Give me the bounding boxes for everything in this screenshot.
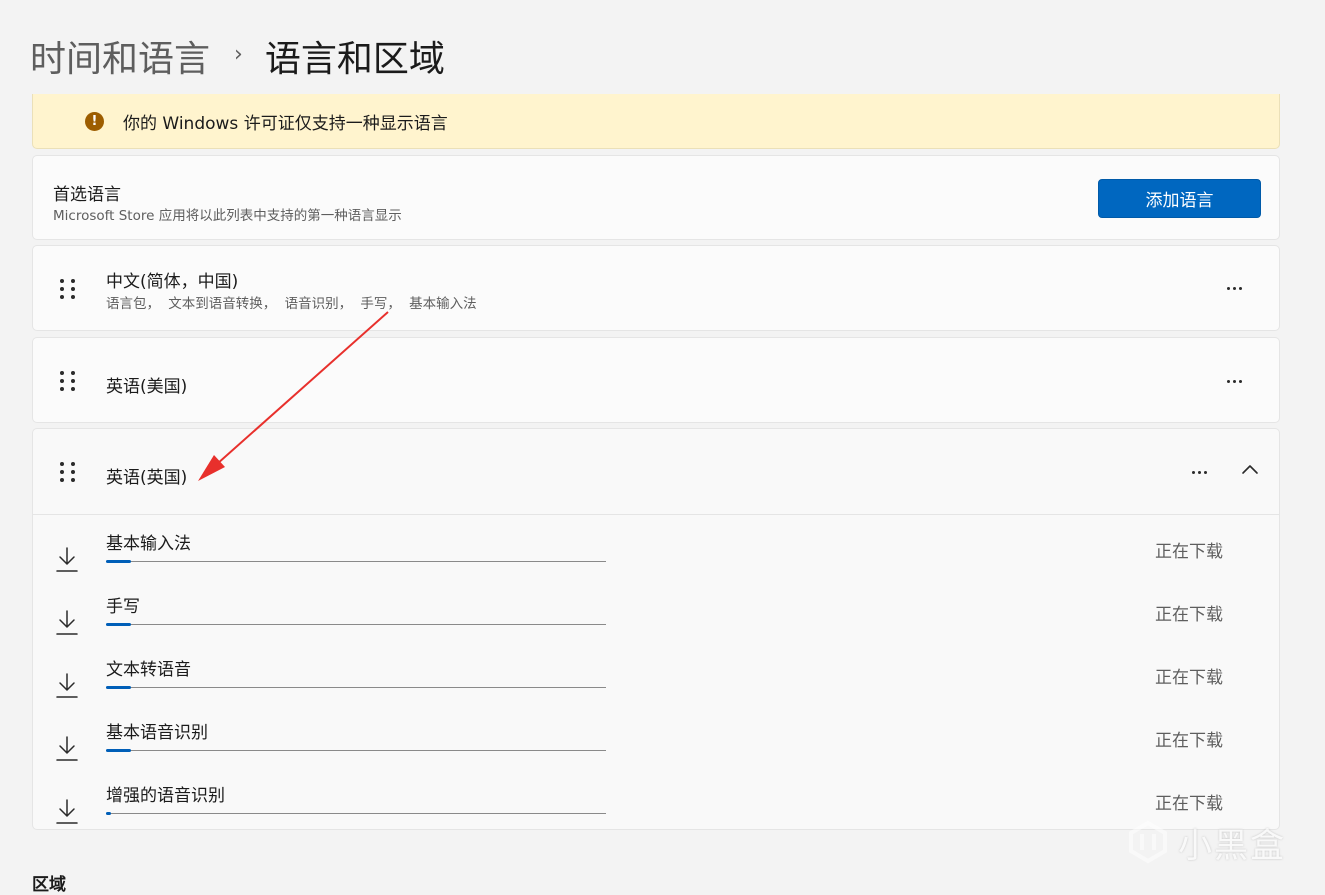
breadcrumb: 时间和语言 › 语言和区域 <box>30 30 445 82</box>
preferred-languages-description: Microsoft Store 应用将以此列表中支持的第一种语言显示 <box>53 208 402 224</box>
banner-message: 你的 Windows 许可证仅支持一种显示语言 <box>123 113 448 134</box>
download-status: 正在下载 <box>1155 542 1223 562</box>
warning-icon: ! <box>85 111 104 131</box>
download-item: 基本语音识别 正在下载 <box>33 718 1279 778</box>
download-item: 手写 正在下载 <box>33 592 1279 652</box>
download-icon <box>56 547 78 572</box>
more-options-icon[interactable] <box>1183 462 1215 482</box>
drag-handle-icon[interactable] <box>60 279 76 299</box>
download-status: 正在下载 <box>1155 668 1223 688</box>
region-section-title: 区域 <box>32 875 66 895</box>
progress-bar <box>106 560 606 563</box>
download-icon <box>56 736 78 761</box>
more-options-icon[interactable] <box>1218 371 1250 391</box>
language-row-en-us[interactable]: 英语(美国) <box>32 337 1280 423</box>
language-name: 英语(英国) <box>106 468 188 488</box>
watermark-text: 小黑盒 <box>1178 825 1286 866</box>
language-row-zh-cn[interactable]: 中文(简体，中国) 语言包， 文本到语音转换， 语音识别， 手写， 基本输入法 <box>32 245 1280 331</box>
progress-bar <box>106 812 606 815</box>
download-status: 正在下载 <box>1155 605 1223 625</box>
language-name: 英语(美国) <box>106 377 188 397</box>
progress-bar <box>106 623 606 626</box>
download-item-name: 文本转语音 <box>106 660 191 680</box>
drag-handle-icon[interactable] <box>60 462 76 482</box>
divider <box>33 514 1279 515</box>
download-status: 正在下载 <box>1155 794 1223 814</box>
progress-bar <box>106 686 606 689</box>
download-icon <box>56 799 78 824</box>
language-name: 中文(简体，中国) <box>106 272 239 292</box>
breadcrumb-parent-link[interactable]: 时间和语言 <box>30 30 210 82</box>
add-language-button[interactable]: 添加语言 <box>1098 179 1261 218</box>
preferred-languages-card: 首选语言 Microsoft Store 应用将以此列表中支持的第一种语言显示 … <box>32 155 1280 240</box>
drag-handle-icon[interactable] <box>60 371 76 391</box>
watermark-hex-icon <box>1129 820 1167 864</box>
download-item-name: 基本输入法 <box>106 534 191 554</box>
more-options-icon[interactable] <box>1218 278 1250 298</box>
download-item-name: 增强的语音识别 <box>106 786 225 806</box>
preferred-languages-title: 首选语言 <box>53 185 121 205</box>
download-item-name: 手写 <box>106 597 140 617</box>
language-features: 语言包， 文本到语音转换， 语音识别， 手写， 基本输入法 <box>106 296 477 312</box>
download-status: 正在下载 <box>1155 731 1223 751</box>
page-title: 语言和区域 <box>264 39 445 80</box>
chevron-up-icon[interactable] <box>1238 457 1262 481</box>
progress-bar <box>106 749 606 752</box>
language-row-en-gb[interactable]: 英语(英国) 基本输入法 正在下载 手写 正在下载 文本转语音 正在下载 基本语… <box>32 428 1280 830</box>
download-icon <box>56 610 78 635</box>
download-item: 文本转语音 正在下载 <box>33 655 1279 715</box>
watermark-logo: 小黑盒 <box>1126 818 1286 866</box>
license-warning-banner: ! 你的 Windows 许可证仅支持一种显示语言 <box>32 94 1280 149</box>
download-item-name: 基本语音识别 <box>106 723 208 743</box>
download-icon <box>56 673 78 698</box>
download-item: 基本输入法 正在下载 <box>33 529 1279 589</box>
download-item: 增强的语音识别 正在下载 <box>33 781 1279 841</box>
breadcrumb-separator-icon: › <box>234 41 243 67</box>
